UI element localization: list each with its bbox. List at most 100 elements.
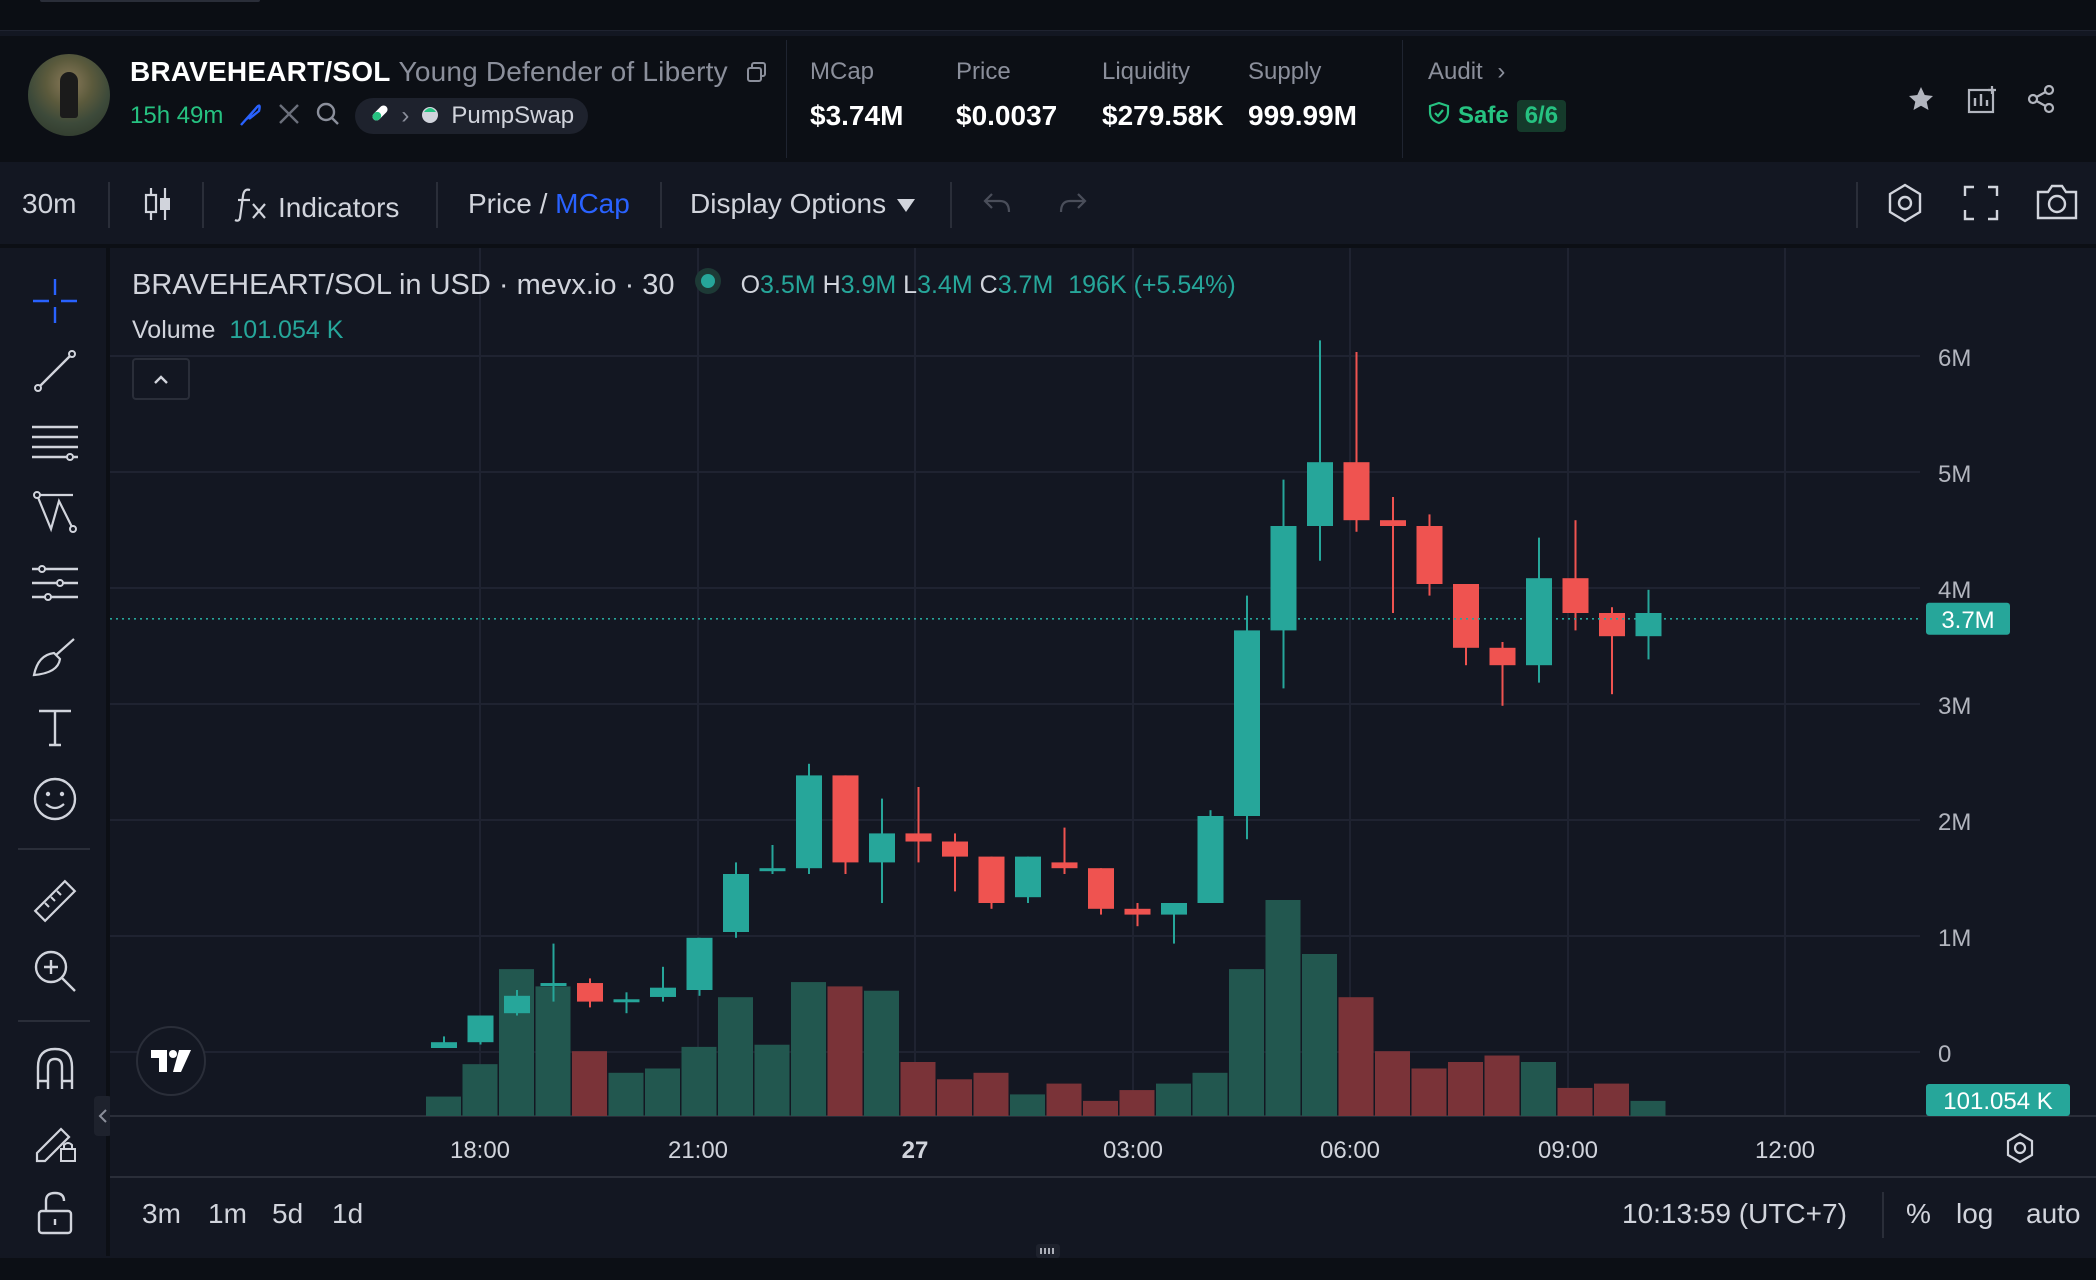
zoom-in-tool-icon[interactable]	[28, 944, 82, 998]
toolbar-divider	[202, 182, 204, 228]
open-label: O	[740, 270, 761, 299]
volume-bar	[1338, 997, 1374, 1116]
candle-body	[1635, 613, 1662, 637]
x-logo-icon[interactable]	[277, 102, 301, 131]
indicators-button[interactable]: Indicators	[234, 186, 399, 229]
interval-button[interactable]: 30m	[22, 188, 76, 220]
pattern-tool-icon[interactable]	[28, 486, 82, 540]
brush-tool-icon[interactable]	[28, 630, 82, 684]
candle-body	[905, 833, 932, 842]
resize-handle-icon[interactable]	[1036, 1244, 1060, 1258]
share-icon[interactable]	[2026, 84, 2056, 119]
range-5d-button[interactable]: 5d	[272, 1198, 303, 1230]
toolbar-divider	[1856, 182, 1858, 228]
emoji-tool-icon[interactable]	[28, 772, 82, 826]
candle-body	[540, 983, 567, 987]
volume-bar	[973, 1072, 1009, 1116]
search-icon[interactable]	[315, 101, 341, 132]
price-tick-label: 6M	[1938, 345, 1971, 372]
unlock-icon[interactable]	[28, 1186, 82, 1240]
shield-check-icon	[1428, 101, 1450, 132]
text-tool-icon[interactable]	[28, 700, 82, 754]
candle-body	[869, 833, 895, 863]
volume-bar	[1046, 1083, 1082, 1116]
price-tick-label: 0	[1938, 1041, 1951, 1068]
stat-value: $0.0037	[956, 100, 1058, 131]
candle-body	[1270, 526, 1297, 631]
fib-tool-icon[interactable]	[28, 416, 82, 470]
candle-body	[504, 995, 530, 1014]
stat-value: $3.74M	[810, 100, 904, 131]
volume-bar	[1411, 1068, 1447, 1116]
trend-line-tool-icon[interactable]	[28, 344, 82, 398]
volume-bar	[864, 990, 899, 1116]
candle-body	[832, 775, 859, 863]
chart-add-icon[interactable]	[1966, 84, 1998, 119]
dex-pill[interactable]: › PumpSwap	[355, 98, 589, 134]
candle-body	[978, 856, 1005, 903]
crosshair-tool-icon[interactable]	[28, 274, 82, 328]
undo-icon[interactable]	[982, 190, 1012, 221]
log-toggle[interactable]: log	[1956, 1198, 1993, 1230]
display-options-button[interactable]: Display Options	[690, 188, 916, 220]
range-1m-button[interactable]: 1m	[208, 1198, 247, 1230]
magnet-tool-icon[interactable]	[28, 1042, 82, 1096]
volume-bar	[1302, 954, 1337, 1116]
token-meta-row: 15h 49m › PumpSwap	[130, 98, 589, 134]
tools-divider	[18, 1020, 90, 1022]
candles-icon[interactable]	[142, 186, 174, 222]
top-tab[interactable]	[40, 0, 260, 2]
lock-drawing-tool-icon[interactable]	[28, 1114, 82, 1168]
volume-bar	[937, 1079, 972, 1116]
volume-bar	[827, 986, 863, 1116]
token-age: 15h 49m	[130, 102, 224, 129]
volume-bar	[1010, 1094, 1045, 1116]
volume-value: 101.054 K	[229, 316, 344, 344]
chart-legend: BRAVEHEART/SOL in USD · mevx.io · 30 O3.…	[132, 266, 1236, 304]
stat-value: 999.99M	[1248, 100, 1357, 131]
ruler-tool-icon[interactable]	[28, 874, 82, 928]
candle-body	[1526, 578, 1552, 666]
collapse-legend-button[interactable]	[132, 358, 190, 400]
stat-value: $279.58K	[1102, 100, 1224, 131]
volume-bar	[1265, 900, 1301, 1116]
copy-icon[interactable]	[746, 58, 768, 90]
chart-background	[110, 248, 2096, 1174]
open-value: 3.5M	[760, 270, 816, 299]
volume-bar	[462, 1064, 498, 1116]
low-value: 3.4M	[917, 270, 973, 299]
auto-toggle[interactable]: auto	[2026, 1198, 2081, 1230]
volume-legend: Volume 101.054 K	[132, 316, 343, 345]
tradingview-logo-icon[interactable]	[136, 1026, 206, 1096]
percent-toggle[interactable]: %	[1906, 1198, 1931, 1230]
header-divider	[786, 40, 787, 158]
candle-body	[650, 987, 676, 997]
range-1d-button[interactable]: 1d	[332, 1198, 363, 1230]
volume-bar	[1192, 1072, 1228, 1116]
bottom-divider	[1882, 1192, 1884, 1238]
close-label: C	[979, 270, 998, 299]
candle-body	[1343, 462, 1370, 521]
candle-body	[1197, 816, 1224, 903]
candle-body	[759, 868, 786, 872]
price-chart[interactable]: 6M 5M 4M 3M 2M 1M 0 18:00 21:00 27 03:00 06:00 09:00…	[110, 248, 2096, 1174]
volume-bar	[426, 1096, 461, 1116]
header-divider	[1402, 40, 1403, 158]
clock-timezone[interactable]: 10:13:59 (UTC+7)	[1622, 1198, 1847, 1230]
audit-panel[interactable]: Audit › Safe 6/6	[1428, 58, 1567, 132]
fullscreen-icon[interactable]	[1962, 184, 2000, 227]
price-tick-label: 2M	[1938, 809, 1971, 836]
price-mcap-toggle[interactable]: Price / MCap	[468, 188, 630, 220]
settings-hex-icon[interactable]	[1884, 182, 1926, 229]
high-value: 3.9M	[840, 270, 897, 299]
forecast-tool-icon[interactable]	[28, 558, 82, 612]
camera-icon[interactable]	[2034, 182, 2080, 227]
range-3m-button[interactable]: 3m	[142, 1198, 181, 1230]
star-icon[interactable]	[1906, 84, 1936, 119]
stat-label: Supply	[1248, 58, 1322, 85]
redo-icon[interactable]	[1058, 190, 1088, 221]
volume-bar	[572, 1051, 607, 1116]
price-tick-label: 1M	[1938, 925, 1971, 952]
volume-bar	[1630, 1100, 1666, 1116]
candle-body	[1380, 520, 1406, 526]
